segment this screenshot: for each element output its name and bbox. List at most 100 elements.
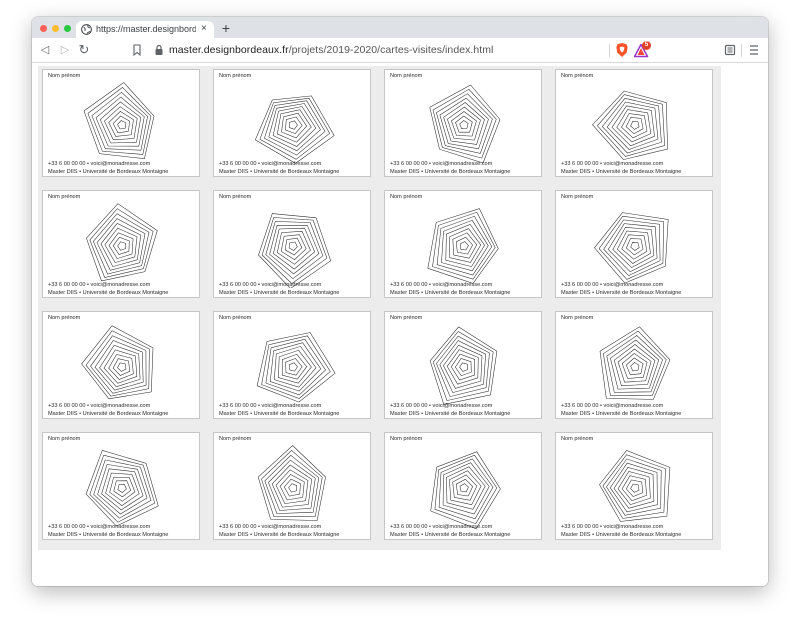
menu-icon[interactable] [748,43,760,57]
pattern-ring [99,101,142,144]
business-card: Nom prénom +33 6 00 00 00 • voici@monadre… [384,432,542,540]
pattern-ring [625,117,644,135]
card-contact: +33 6 00 00 00 • voici@monadresse.com [561,403,664,409]
business-card: Nom prénom +33 6 00 00 00 • voici@monadre… [384,311,542,419]
pattern-ring [285,358,303,376]
pattern-ring [112,115,130,134]
pattern-ring [113,480,132,498]
card-geometric-pattern [81,325,154,400]
pattern-ring [454,358,472,377]
pattern-ring [446,466,486,510]
card-school: Master DIIS • Université de Bordeaux Mon… [390,169,511,175]
card-school: Master DIIS • Université de Bordeaux Mon… [561,411,682,417]
card-school: Master DIIS • Université de Bordeaux Mon… [48,169,169,175]
pattern-ring [269,342,322,392]
pattern-ring [112,358,131,376]
card-contact: +33 6 00 00 00 • voici@monadresse.com [561,282,664,288]
card-school: Master DIIS • Université de Bordeaux Mon… [561,532,682,538]
pattern-ring [108,232,134,259]
card-school: Master DIIS • Université de Bordeaux Mon… [219,532,340,538]
pattern-ring [288,362,298,372]
pattern-ring [459,362,468,372]
browser-window: https://master.designbordeaux.fr/projets… [32,17,768,586]
card-school: Master DIIS • Université de Bordeaux Mon… [219,169,340,175]
card-geometric-pattern [427,208,499,284]
pattern-ring [630,483,640,493]
browser-tab-active[interactable]: https://master.designbordeaux.fr/projets… [76,21,214,38]
pattern-ring [90,335,147,394]
window-zoom-button[interactable] [64,25,71,32]
business-card: Nom prénom +33 6 00 00 00 • voici@monadre… [213,190,371,298]
pattern-ring [621,353,648,379]
pattern-ring [625,479,644,497]
pattern-ring [288,241,298,251]
card-geometric-pattern [83,82,155,160]
business-card: Nom prénom +33 6 00 00 00 • voici@monadre… [42,190,200,298]
window-minimize-button[interactable] [52,25,59,32]
card-geometric-pattern [254,95,335,164]
back-button[interactable]: ◁ [37,42,53,58]
window-close-button[interactable] [40,25,47,32]
card-contact: +33 6 00 00 00 • voici@monadresse.com [390,403,493,409]
card-school: Master DIIS • Université de Bordeaux Mon… [48,532,169,538]
pattern-ring [274,346,317,388]
card-contact: +33 6 00 00 00 • voici@monadresse.com [219,524,322,530]
pattern-ring [459,241,469,251]
business-card: Nom prénom +33 6 00 00 00 • voici@monadre… [384,190,542,298]
card-school: Master DIIS • Université de Bordeaux Mon… [561,290,682,296]
card-geometric-pattern [85,449,159,527]
card-geometric-pattern [258,213,332,288]
pattern-ring [429,84,501,164]
pattern-ring [459,120,469,129]
brave-shields-icon[interactable] [615,42,629,58]
card-contact: +33 6 00 00 00 • voici@monadresse.com [219,403,322,409]
card-contact: +33 6 00 00 00 • voici@monadresse.com [48,524,151,530]
pattern-ring [284,237,303,256]
pattern-ring [285,116,303,134]
new-tab-button[interactable]: + [218,20,234,36]
card-geometric-pattern [429,84,501,164]
tab-close-button[interactable]: × [201,22,207,36]
pattern-ring [455,115,473,133]
pattern-ring [101,468,144,511]
pattern-ring [630,242,640,251]
business-card: Nom prénom +33 6 00 00 00 • voici@monadre… [384,69,542,177]
pattern-ring [430,451,501,530]
card-school: Master DIIS • Université de Bordeaux Mon… [390,290,511,296]
pattern-ring [621,234,648,260]
pattern-ring [432,331,494,401]
pattern-ring [261,217,328,284]
pattern-ring [265,338,326,396]
card-contact: +33 6 00 00 00 • voici@monadresse.com [48,161,151,167]
pattern-ring [283,478,301,497]
card-school: Master DIIS • Université de Bordeaux Mon… [561,169,682,175]
pattern-ring [85,449,159,527]
url-text: master.designbordeaux.fr/projets/2019-20… [169,42,493,58]
pattern-ring [613,344,656,386]
card-school: Master DIIS • Université de Bordeaux Mon… [48,411,169,417]
business-card: Nom prénom +33 6 00 00 00 • voici@monadre… [555,69,713,177]
business-card: Nom prénom +33 6 00 00 00 • voici@monadre… [42,432,200,540]
reload-button[interactable]: ↻ [76,42,92,58]
business-card: Nom prénom +33 6 00 00 00 • voici@monadre… [555,311,713,419]
card-contact: +33 6 00 00 00 • voici@monadresse.com [561,524,664,530]
pattern-ring [96,218,146,271]
pattern-ring [606,101,659,150]
card-geometric-pattern [86,203,158,282]
forward-button[interactable]: ▷ [57,42,73,58]
address-bar[interactable]: master.designbordeaux.fr/projets/2019-20… [150,41,640,59]
business-card: Nom prénom +33 6 00 00 00 • voici@monadre… [213,69,371,177]
card-geometric-pattern [430,451,501,530]
bookmark-icon[interactable] [130,43,144,57]
card-geometric-pattern [594,212,669,284]
pattern-ring [272,106,317,147]
business-card: Nom prénom +33 6 00 00 00 • voici@monadre… [213,311,371,419]
pattern-ring [599,450,671,522]
pattern-ring [609,462,658,513]
wallet-icon[interactable] [724,44,736,56]
toolbar-divider [609,44,610,57]
card-contact: +33 6 00 00 00 • voici@monadresse.com [48,403,151,409]
card-geometric-pattern [429,326,498,405]
toolbar-divider [741,44,742,57]
pattern-ring [630,362,640,372]
